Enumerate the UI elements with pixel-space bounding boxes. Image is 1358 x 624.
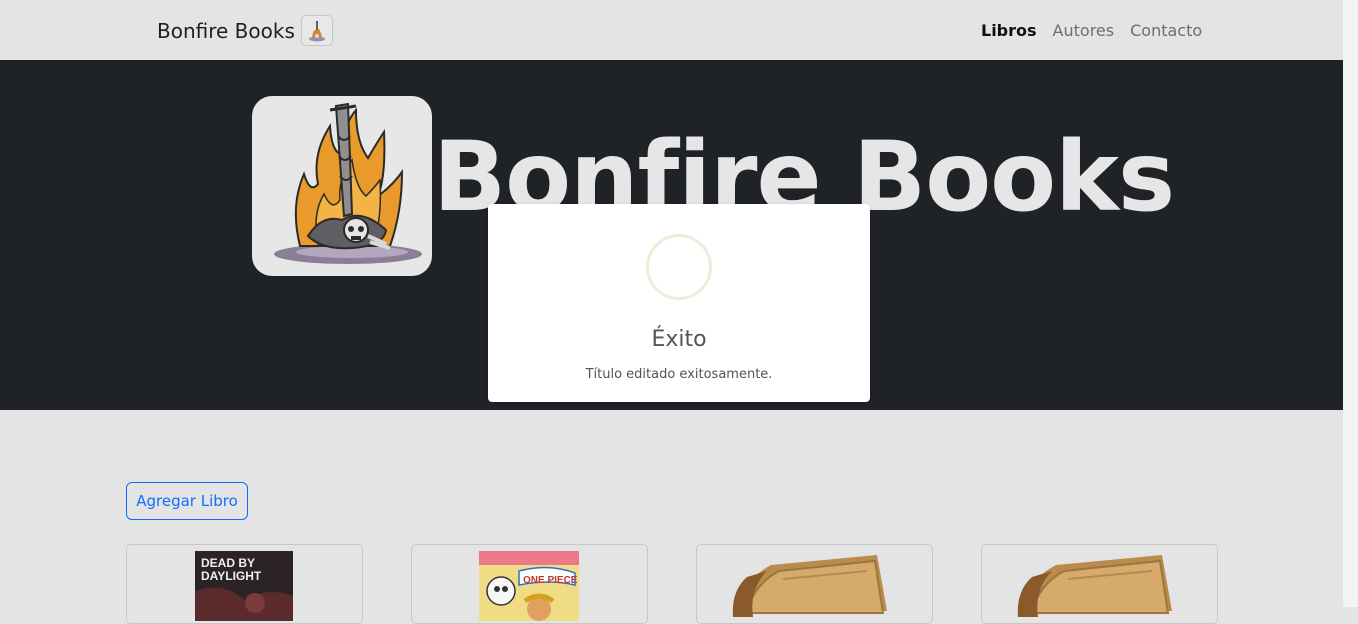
add-book-button[interactable]: Agregar Libro <box>126 482 248 520</box>
navbar-brand[interactable]: Bonfire Books <box>157 15 333 46</box>
brand-name[interactable]: Bonfire Books <box>157 16 295 46</box>
page-scrollbar[interactable] <box>1343 0 1358 607</box>
nav-link-contacto[interactable]: Contacto <box>1130 20 1202 42</box>
nav-link-autores[interactable]: Autores <box>1053 20 1115 42</box>
navbar: Bonfire Books Libros Autores Contacto <box>0 0 1343 60</box>
success-dialog: Éxito Título editado exitosamente. <box>488 204 870 402</box>
dead-by-daylight-cover-icon[interactable]: DEAD BY DAYLIGHT <box>195 551 293 621</box>
bonfire-logo-icon[interactable] <box>300 15 333 46</box>
nav-link-libros[interactable]: Libros <box>981 20 1037 42</box>
book-card[interactable] <box>981 544 1218 624</box>
cover-text-line-2: DAYLIGHT <box>201 569 262 583</box>
nav-links: Libros Autores Contacto <box>981 20 1202 42</box>
book-card[interactable]: ONE PIECE <box>411 544 648 624</box>
cover-text-line-1: ONE PIECE <box>523 575 578 586</box>
cover-text-line-1: DEAD BY <box>201 556 255 570</box>
book-placeholder-icon[interactable] <box>1012 551 1182 621</box>
dialog-message: Título editado exitosamente. <box>585 367 773 382</box>
one-piece-cover-icon[interactable]: ONE PIECE <box>479 551 579 621</box>
book-card[interactable]: DEAD BY DAYLIGHT <box>126 544 363 624</box>
success-check-icon <box>646 234 712 300</box>
bonfire-hero-logo-icon <box>252 96 432 276</box>
dialog-title: Éxito <box>651 327 707 352</box>
book-card[interactable] <box>696 544 933 624</box>
book-placeholder-icon[interactable] <box>727 551 897 621</box>
